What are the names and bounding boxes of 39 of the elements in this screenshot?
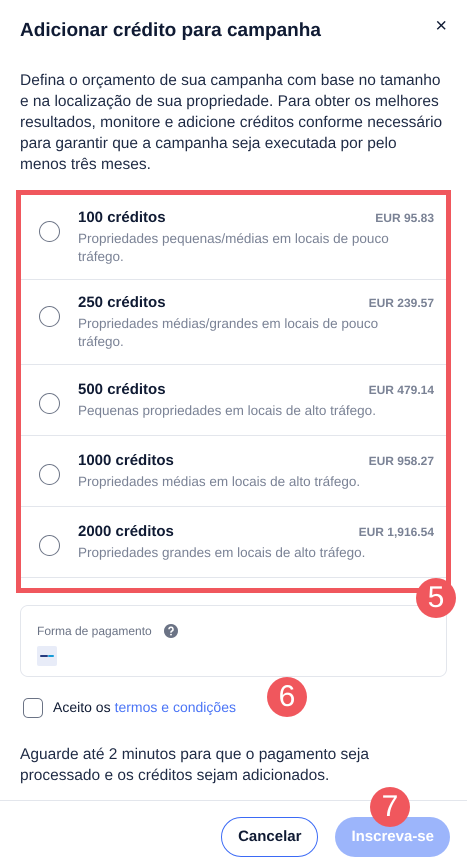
credit-option[interactable]: 1000 créditos EUR 958.27 Propriedades médias em locais de alto tráfego. bbox=[21, 436, 446, 507]
credit-option[interactable]: 100 créditos EUR 95.83 Propriedades pequenas/médias em locais de pouco tráfego. bbox=[21, 195, 446, 280]
option-title: 1000 créditos bbox=[78, 451, 174, 471]
close-button[interactable]: × bbox=[431, 16, 451, 36]
option-description: Propriedades grandes em locais de alto tráfego. bbox=[78, 544, 366, 562]
option-title: 100 créditos bbox=[78, 208, 166, 228]
option-title: 250 créditos bbox=[78, 293, 166, 313]
radio-button[interactable] bbox=[39, 221, 60, 242]
dialog-title: Adicionar crédito para campanha bbox=[20, 19, 321, 43]
option-description: Propriedades pequenas/médias em locais de pouco tráfego. bbox=[78, 230, 390, 266]
payment-label: Forma de pagamento bbox=[37, 623, 152, 640]
option-price: EUR 958.27 bbox=[368, 453, 434, 470]
option-price: EUR 479.14 bbox=[368, 382, 434, 399]
step-marker: 6 bbox=[267, 677, 307, 717]
terms-label: Aceito os bbox=[53, 698, 111, 717]
dialog-description: Defina o orçamento de sua campanha com base no tamanho e na localização de sua propriedade. Para obter os melhores resultados, monitore e adicione créditos conforme necessário para garantir que a campanha seja executada por pelo menos três meses. bbox=[20, 71, 444, 175]
cancel-button[interactable]: Cancelar bbox=[221, 817, 318, 857]
option-description: Propriedades médias em locais de alto tráfego. bbox=[78, 473, 362, 491]
step-marker: 7 bbox=[370, 787, 410, 827]
option-price: EUR 239.57 bbox=[368, 295, 434, 312]
radio-button[interactable] bbox=[39, 306, 60, 327]
option-price: EUR 95.83 bbox=[375, 210, 434, 227]
option-title: 2000 créditos bbox=[78, 522, 174, 542]
step-marker: 5 bbox=[416, 578, 456, 618]
terms-checkbox[interactable] bbox=[23, 698, 43, 718]
terms-link[interactable]: termos e condições bbox=[114, 697, 236, 718]
credit-option[interactable]: 250 créditos EUR 239.57 Propriedades médias/grandes em locais de pouco tráfego. bbox=[21, 280, 446, 365]
help-icon[interactable] bbox=[164, 624, 178, 638]
radio-button[interactable] bbox=[39, 535, 60, 556]
option-description: Pequenas propriedades em locais de alto tráfego. bbox=[78, 402, 377, 420]
paypal-logo-icon[interactable] bbox=[37, 646, 57, 666]
processing-note: Aguarde até 2 minutos para que o pagamento seja processado e os créditos sejam adicionados. bbox=[20, 745, 370, 786]
credit-option[interactable]: 500 créditos EUR 479.14 Pequenas propriedades em locais de alto tráfego. bbox=[21, 365, 446, 436]
option-description: Propriedades médias/grandes em locais de pouco tráfego. bbox=[78, 315, 380, 351]
credit-option[interactable]: 2000 créditos EUR 1,916.54 Propriedades grandes em locais de alto tráfego. bbox=[21, 507, 446, 578]
radio-button[interactable] bbox=[39, 464, 60, 485]
radio-button[interactable] bbox=[39, 393, 60, 414]
option-title: 500 créditos bbox=[78, 380, 166, 400]
option-price: EUR 1,916.54 bbox=[358, 524, 434, 541]
